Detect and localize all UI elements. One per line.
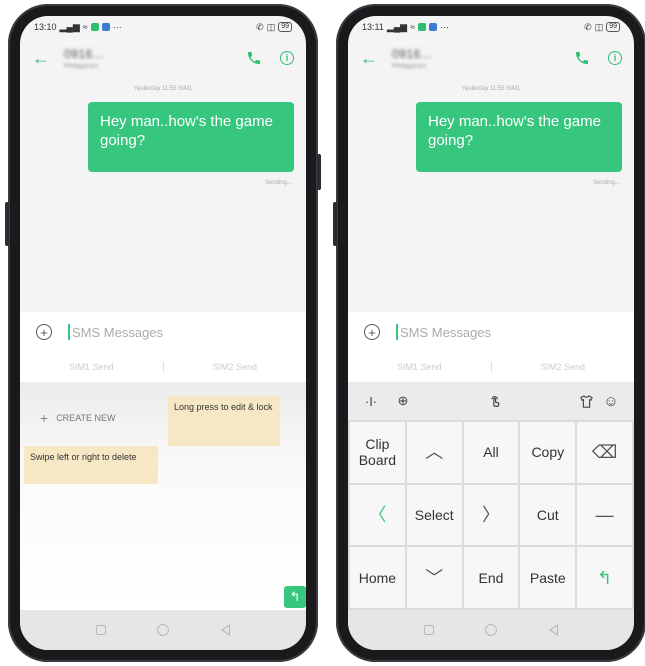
tap-gesture-icon[interactable]: [488, 394, 502, 408]
cursor-up-key[interactable]: ︿: [406, 422, 462, 483]
clipboard-note-edit[interactable]: Long press to edit & lock: [168, 396, 280, 446]
status-time: 13:11: [362, 22, 384, 32]
contact-location: Philippines: [392, 62, 426, 70]
screen-left: 13:10 ▂▄▆ ≈ ··· ✆ ◫ 99 ← 0916... Philipp…: [20, 16, 306, 650]
back-arrow-icon[interactable]: ←: [32, 48, 56, 69]
home-icon[interactable]: [157, 624, 170, 636]
conversation-header: ← 0916... Philippines i: [20, 38, 306, 78]
cursor-mode-icon[interactable]: ·I·: [360, 394, 382, 409]
call-icon[interactable]: [246, 50, 262, 66]
cut-key[interactable]: Cut: [520, 484, 576, 546]
select-all-key[interactable]: All: [463, 422, 519, 483]
info-icon[interactable]: i: [280, 51, 294, 65]
app-notification-icon: [429, 23, 438, 31]
keyboard-toolbar: ·I· ⊕ ☺: [348, 382, 634, 420]
volume-button: [333, 202, 337, 246]
globe-icon[interactable]: ⊕: [392, 393, 414, 409]
message-status: Sending...: [592, 180, 620, 186]
app-notification-icon: [90, 23, 99, 31]
wifi-icon: ≈: [410, 22, 416, 32]
clipboard-key[interactable]: Clip Board: [350, 422, 405, 483]
enter-key[interactable]: ↰: [577, 547, 632, 608]
recents-icon[interactable]: [423, 625, 434, 635]
keyboard-edit-panel: Clip Board ︿ All Copy ⌫ 〈 Select 〉 Cut —…: [348, 420, 634, 610]
cursor-left-key[interactable]: 〈: [350, 484, 405, 546]
theme-shirt-icon[interactable]: [579, 394, 594, 409]
message-timestamp: Yesterday 11:55 SIM1: [133, 86, 193, 92]
phone-status-icon: ✆: [256, 21, 264, 32]
sim2-send-button[interactable]: SIM2 Send: [492, 362, 635, 372]
compose-bar: + SMS Messages: [20, 312, 306, 352]
navigation-bar: [20, 610, 306, 650]
message-status: Sending...: [264, 180, 292, 186]
conversation-header: ← 0916... Philippines i: [348, 38, 634, 78]
navigation-bar: [348, 610, 634, 650]
create-new-label: CREATE NEW: [56, 413, 116, 423]
contact-location: Philippines: [64, 62, 98, 70]
wifi-icon: ≈: [82, 22, 88, 32]
call-icon[interactable]: [574, 50, 590, 66]
paste-key[interactable]: Paste: [520, 547, 576, 608]
select-key[interactable]: Select: [406, 484, 462, 546]
sim-send-row: SIM1 Send SIM2 Send: [20, 352, 306, 382]
back-icon[interactable]: [221, 624, 231, 636]
cursor-down-key[interactable]: ﹀: [406, 547, 462, 608]
cursor-right-key[interactable]: 〉: [463, 484, 519, 546]
screen-right: 13:11 ▂▄▆ ≈ ··· ✆ ◫ 99 ← 0916... Philipp…: [348, 16, 634, 650]
phone-right: 13:11 ▂▄▆ ≈ ··· ✆ ◫ 99 ← 0916... Philipp…: [333, 4, 645, 662]
power-button: [317, 154, 321, 190]
app-notification-icon: [418, 23, 427, 31]
paste-return-icon[interactable]: ↰: [284, 586, 306, 608]
back-icon[interactable]: [549, 624, 559, 636]
contact-number: 0916...: [392, 46, 433, 61]
emoji-icon[interactable]: ☺: [600, 393, 622, 410]
clipboard-panel: + CREATE NEW Long press to edit & lock S…: [20, 382, 306, 610]
battery-icon: 99: [606, 22, 620, 32]
more-icon: ···: [112, 22, 122, 32]
vibrate-icon: ◫: [594, 21, 604, 32]
sim1-send-button[interactable]: SIM1 Send: [348, 362, 491, 372]
home-key[interactable]: Home: [350, 547, 405, 608]
contact-number: 0916...: [64, 46, 105, 61]
backspace-key[interactable]: ⌫: [577, 422, 632, 483]
status-bar: 13:11 ▂▄▆ ≈ ··· ✆ ◫ 99: [348, 16, 634, 38]
more-icon: ···: [440, 22, 450, 32]
clipboard-note-delete[interactable]: Swipe left or right to delete: [24, 446, 158, 484]
text-cursor: [68, 324, 70, 340]
compose-bar: + SMS Messages: [348, 312, 634, 352]
volume-button: [5, 202, 9, 246]
sim-send-row: SIM1 Send SIM2 Send: [348, 352, 634, 382]
home-icon[interactable]: [485, 624, 498, 636]
sim2-send-button[interactable]: SIM2 Send: [164, 362, 307, 372]
sim1-send-button[interactable]: SIM1 Send: [20, 362, 163, 372]
end-key[interactable]: End: [463, 547, 519, 608]
battery-icon: 99: [278, 22, 292, 32]
back-arrow-icon[interactable]: ←: [360, 48, 384, 69]
signal-icon: ▂▄▆: [59, 21, 80, 32]
signal-icon: ▂▄▆: [386, 21, 408, 32]
info-icon[interactable]: i: [608, 51, 622, 65]
message-bubble[interactable]: Hey man..how's the game going?: [88, 102, 294, 172]
copy-key[interactable]: Copy: [520, 422, 576, 483]
message-timestamp: Yesterday 11:55 SIM1: [461, 86, 521, 92]
space-key[interactable]: —: [577, 484, 632, 546]
app-notification-icon: [101, 23, 110, 31]
status-time: 13:10: [34, 22, 57, 32]
phone-left: 13:10 ▂▄▆ ≈ ··· ✆ ◫ 99 ← 0916... Philipp…: [5, 4, 321, 662]
plus-icon: +: [40, 410, 49, 426]
status-bar: 13:10 ▂▄▆ ≈ ··· ✆ ◫ 99: [20, 16, 306, 38]
message-bubble[interactable]: Hey man..how's the game going?: [416, 102, 622, 172]
attach-plus-icon[interactable]: +: [364, 324, 380, 340]
attach-plus-icon[interactable]: +: [36, 324, 52, 340]
vibrate-icon: ◫: [266, 21, 276, 32]
text-cursor: [396, 324, 398, 340]
create-new-button[interactable]: + CREATE NEW: [40, 410, 116, 426]
message-input[interactable]: SMS Messages: [400, 325, 491, 340]
message-input[interactable]: SMS Messages: [72, 325, 163, 340]
phone-status-icon: ✆: [584, 21, 592, 32]
recents-icon[interactable]: [95, 625, 106, 635]
